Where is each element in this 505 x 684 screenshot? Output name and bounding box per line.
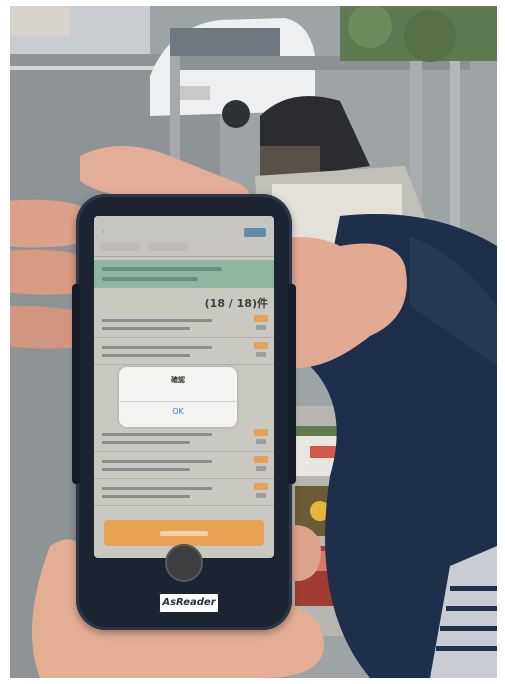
photo: ‹ (18 / 18)件 確認 OK AsReader (10, 6, 497, 678)
list-item[interactable] (94, 312, 274, 338)
list-item[interactable] (94, 426, 274, 452)
nav-back-button[interactable]: ‹ (102, 228, 105, 236)
segment-chip[interactable] (100, 242, 140, 251)
app-navigation-bar: ‹ (94, 216, 274, 257)
home-button[interactable] (165, 544, 203, 582)
status-badge (256, 325, 266, 330)
list-item[interactable] (94, 480, 274, 506)
battery-indicator (244, 228, 266, 237)
segment-controls (100, 242, 268, 252)
confirmation-alert: 確認 OK (119, 367, 237, 427)
status-badge (256, 466, 266, 471)
alert-title: 確認 (171, 376, 185, 384)
primary-action-button[interactable] (104, 520, 264, 546)
alert-divider (119, 401, 237, 402)
case-bumper-left (72, 284, 80, 484)
status-badge (254, 483, 268, 490)
case-bumper-right (288, 284, 296, 484)
scan-count: (18 / 18)件 (204, 297, 268, 310)
action-button-label (160, 531, 208, 536)
status-badge (256, 493, 266, 498)
reader-brand-logo: AsReader (158, 592, 220, 614)
status-badge (256, 352, 266, 357)
status-badge (254, 342, 268, 349)
alert-ok-button[interactable]: OK (119, 407, 237, 416)
app-screen: ‹ (18 / 18)件 確認 OK (94, 216, 274, 558)
smartphone-with-reader-sled: ‹ (18 / 18)件 確認 OK AsReader (72, 194, 296, 630)
status-line (102, 277, 198, 281)
list-item[interactable] (94, 339, 274, 365)
status-badge (256, 439, 266, 444)
list-item[interactable] (94, 453, 274, 479)
status-line (102, 267, 222, 271)
segment-chip[interactable] (148, 242, 188, 251)
status-badge (254, 429, 268, 436)
status-badge (254, 456, 268, 463)
status-badge (254, 315, 268, 322)
scan-status-bar (94, 260, 274, 288)
